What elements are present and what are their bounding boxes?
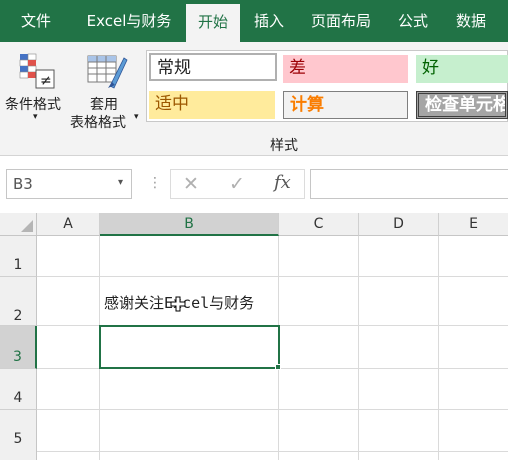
tab-file[interactable]: 文件 [8,0,64,42]
enter-check-icon[interactable]: ✓ [229,173,245,195]
tab-insert[interactable]: 插入 [244,0,294,42]
style-normal[interactable]: 常规 [149,53,277,81]
select-all-corner[interactable] [0,213,37,236]
chevron-down-icon: ▾ [134,112,139,122]
column-header-c[interactable]: C [279,213,359,236]
name-box[interactable]: B3 ▾ [6,169,132,199]
conditional-format-button[interactable]: ≠ 条件格式 ▾ [2,46,68,132]
format-as-table-button[interactable]: 套用 表格格式 ▾ [68,46,144,132]
conditional-format-icon: ≠ [19,53,55,89]
tab-excel-finance[interactable]: Excel与财务 [74,0,184,42]
tab-formulas[interactable]: 公式 [388,0,438,42]
ribbon-tab-bar: 文件 Excel与财务 开始 插入 页面布局 公式 数据 [0,0,508,42]
chevron-down-icon[interactable]: ▾ [118,177,123,188]
gridline [438,236,439,460]
insert-function-icon[interactable]: fx [274,172,291,193]
tab-data[interactable]: 数据 [446,0,496,42]
chevron-down-icon: ▾ [33,112,38,122]
style-calculation[interactable]: 计算 [283,91,408,119]
name-box-value: B3 [13,175,33,193]
select-all-triangle-icon [21,220,33,232]
column-header-b[interactable]: B [100,213,279,236]
cell-cursor-icon [170,296,186,312]
column-header-e[interactable]: E [439,213,508,236]
grip-dots-icon[interactable]: ⋮ [148,175,162,191]
cancel-icon[interactable]: ✕ [183,173,199,195]
style-good[interactable]: 好 [416,55,508,83]
ribbon-home-panel: ≠ 条件格式 ▾ 套用 表格格式 ▾ 常规 差 好 适中 计算 检查单元格 样式 [0,42,508,156]
style-check-cell[interactable]: 检查单元格 [416,91,508,119]
table-format-label-line2: 表格格式 [70,115,126,131]
row-header-1[interactable]: 1 [0,236,37,277]
conditional-format-label: 条件格式 [5,97,61,113]
tab-home[interactable]: 开始 [186,4,240,42]
column-header-a[interactable]: A [37,213,100,236]
formula-input[interactable] [310,169,508,199]
selected-cell-b3[interactable] [99,325,280,369]
gridline [358,236,359,460]
table-format-icon [87,55,128,89]
row-header-2[interactable]: 2 [0,277,37,326]
row-header-4[interactable]: 4 [0,369,37,410]
formula-bar-area: B3 ▾ ⋮ ✕ ✓ fx [0,157,508,213]
formula-buttons: ✕ ✓ fx [170,169,305,199]
tab-page-layout[interactable]: 页面布局 [300,0,382,42]
styles-group-label: 样式 [270,138,298,154]
style-bad[interactable]: 差 [283,55,408,83]
row-header-3[interactable]: 3 [0,326,37,369]
row-header-5[interactable]: 5 [0,410,37,460]
column-header-d[interactable]: D [359,213,439,236]
style-neutral[interactable]: 适中 [149,91,275,119]
fill-handle[interactable] [275,364,281,370]
svg-text:≠: ≠ [40,73,52,89]
table-format-label-line1: 套用 [90,97,118,113]
